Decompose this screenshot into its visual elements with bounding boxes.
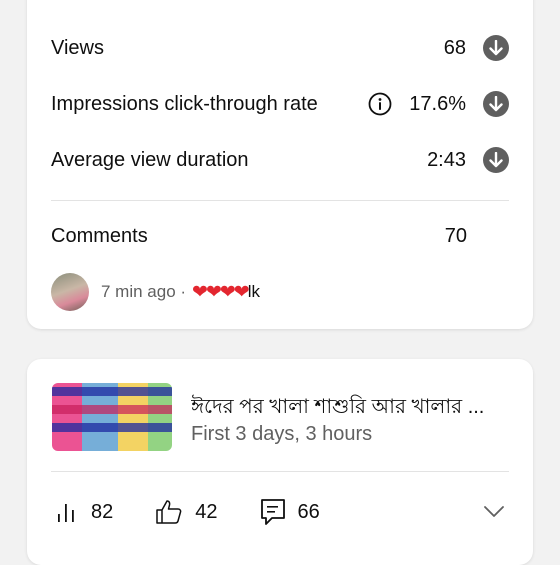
video-title[interactable]: ঈদের পর খালা শাশুরি আর খালার ... — [191, 392, 511, 425]
video-card[interactable]: ঈদের পর খালা শাশুরি আর খালার ... First 3… — [27, 359, 533, 565]
thumbs-up-icon — [156, 500, 182, 524]
comments-count: 70 — [444, 225, 467, 247]
comments-header[interactable]: Comments 70 — [51, 225, 509, 248]
avatar — [51, 273, 89, 311]
comment-icon — [260, 499, 285, 525]
comments-label: Comments — [51, 225, 148, 247]
views-stat: 82 — [55, 500, 113, 524]
metric-row-avg-duration[interactable]: Average view duration 2:43 — [51, 140, 509, 180]
divider — [51, 471, 509, 472]
views-count: 82 — [91, 500, 114, 523]
video-subtitle: First 3 days, 3 hours — [191, 423, 373, 445]
metrics-card: Views 68 Impressions click-through rate … — [27, 0, 533, 329]
arrow-down-circle-icon[interactable] — [483, 35, 509, 61]
metric-value: 17.6% — [409, 92, 466, 115]
metric-row-views[interactable]: Views 68 — [51, 28, 509, 68]
metric-value: 2:43 — [427, 148, 466, 171]
metric-label: Impressions click-through rate — [51, 92, 318, 115]
divider — [51, 200, 509, 201]
arrow-down-circle-icon[interactable] — [483, 91, 509, 117]
bar-chart-icon — [58, 504, 74, 522]
video-stats: 82 42 66 — [55, 495, 505, 529]
comments-stat: 66 — [260, 498, 320, 526]
video-thumbnail[interactable] — [52, 383, 172, 451]
metric-row-ctr[interactable]: Impressions click-through rate 17.6% — [51, 84, 509, 124]
likes-stat: 42 — [155, 499, 218, 525]
comment-text: lk — [247, 282, 261, 301]
comments-stat-count: 66 — [297, 500, 320, 523]
latest-comment[interactable]: 7 min ago · ❤❤❤❤ lk — [51, 273, 260, 311]
arrow-down-circle-icon[interactable] — [483, 147, 509, 173]
likes-count: 42 — [195, 500, 218, 523]
comment-time: 7 min ago · — [101, 282, 187, 301]
info-icon[interactable] — [368, 92, 392, 116]
heart-icons: ❤❤❤❤ — [192, 281, 250, 303]
metric-label: Views — [51, 36, 104, 59]
metric-value: 68 — [443, 36, 466, 59]
chevron-down-icon[interactable] — [483, 505, 505, 519]
metric-label: Average view duration — [51, 148, 249, 171]
